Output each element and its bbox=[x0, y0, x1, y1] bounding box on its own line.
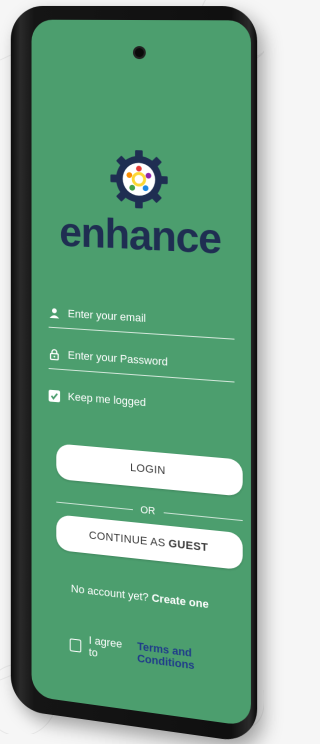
guest-label: GUEST bbox=[168, 537, 209, 555]
password-field[interactable]: Enter your Password bbox=[48, 340, 235, 383]
app-screen: enhance Enter your email Enter your Pass… bbox=[31, 19, 251, 727]
email-field[interactable]: Enter your email bbox=[48, 299, 235, 340]
gear-people-logo-icon bbox=[110, 149, 168, 208]
front-camera bbox=[134, 48, 144, 58]
brand-wordmark: enhance bbox=[59, 208, 221, 263]
divider-line-right bbox=[163, 511, 243, 521]
person-icon bbox=[49, 308, 60, 319]
divider-line-left bbox=[56, 501, 133, 510]
email-placeholder: Enter your email bbox=[67, 308, 146, 325]
logo: enhance bbox=[32, 147, 251, 262]
phone-frame: enhance Enter your email Enter your Pass… bbox=[10, 5, 258, 744]
password-placeholder: Enter your Password bbox=[67, 349, 168, 369]
keep-logged-row[interactable]: Keep me logged bbox=[48, 384, 235, 423]
or-label: OR bbox=[140, 504, 156, 517]
terms-row[interactable]: I agree to Terms and Conditions bbox=[69, 632, 241, 678]
login-button[interactable]: LOGIN bbox=[56, 443, 243, 497]
checkbox-checked-icon[interactable] bbox=[48, 389, 61, 403]
keep-logged-label: Keep me logged bbox=[67, 391, 146, 410]
checkbox-empty-icon[interactable] bbox=[69, 637, 82, 653]
signup-prompt-text: No account yet? bbox=[70, 583, 149, 605]
terms-link[interactable]: Terms and Conditions bbox=[137, 641, 241, 678]
create-account-link[interactable]: Create one bbox=[152, 592, 209, 611]
continue-as-label: CONTINUE AS bbox=[88, 529, 166, 550]
signup-prompt: No account yet? Create one bbox=[32, 579, 251, 616]
terms-prefix: I agree to bbox=[88, 634, 123, 660]
lock-icon bbox=[49, 348, 60, 361]
